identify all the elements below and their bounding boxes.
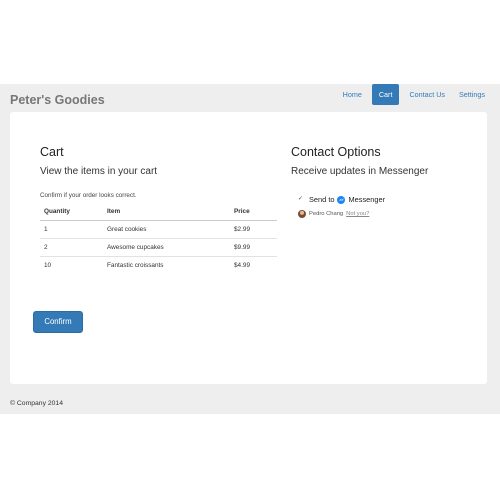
not-you-link[interactable]: Not you?	[346, 211, 369, 217]
send-to-messenger-checkbox[interactable]: ✓ Send to Messenger	[298, 195, 385, 204]
avatar	[298, 210, 306, 218]
table-row: 10 Fantastic croissants $4.99	[40, 257, 277, 275]
user-name: Pedro Chang	[309, 211, 344, 217]
cell-item: Awesome cupcakes	[103, 238, 230, 257]
footer-copyright: © Company 2014	[10, 400, 63, 407]
cell-quantity: 10	[44, 262, 52, 270]
cell-price: $9.99	[230, 238, 277, 257]
brand-logo[interactable]: Peter's Goodies	[10, 93, 105, 107]
messenger-icon	[337, 195, 346, 204]
cart-heading: Cart	[40, 145, 64, 159]
table-row: 1 Great cookies $2.99	[40, 220, 277, 239]
send-to-label: Send to	[309, 195, 335, 204]
cell-item: Great cookies	[103, 220, 230, 239]
cell-quantity: 2	[40, 238, 103, 257]
nav-settings[interactable]: Settings	[452, 84, 492, 105]
nav-contact-us[interactable]: Contact Us	[402, 84, 452, 105]
cart-subtitle: View the items in your cart	[40, 166, 158, 177]
nav-cart[interactable]: Cart	[371, 84, 400, 105]
cell-item: Fantastic croissants	[107, 262, 164, 270]
nav-home[interactable]: Home	[336, 84, 369, 105]
messenger-user: Pedro Chang Not you?	[298, 210, 369, 218]
cell-price: $2.99	[230, 220, 277, 239]
table-row: 2 Awesome cupcakes $9.99	[40, 238, 277, 257]
cell-quantity: 1	[40, 220, 103, 239]
checkmark-icon[interactable]: ✓	[298, 196, 305, 203]
cart-note: Confirm if your order looks correct.	[40, 192, 137, 199]
contact-heading: Contact Options	[291, 145, 381, 159]
column-header-quantity: Quantity	[40, 203, 103, 221]
cart-table: Quantity Item Price 1 Great cookies $2.9…	[40, 203, 277, 275]
contact-subtitle: Receive updates in Messenger	[291, 166, 429, 177]
app-frame: Peter's Goodies Home Cart Contact Us Set…	[0, 84, 500, 414]
table-header-row: Quantity Item Price	[40, 203, 277, 221]
content-card: Cart View the items in your cart Confirm…	[10, 112, 487, 384]
cell-price: $4.99	[234, 262, 250, 270]
messenger-label: Messenger	[348, 195, 386, 204]
top-nav: Home Cart Contact Us Settings	[336, 84, 492, 105]
column-header-item: Item	[103, 203, 230, 221]
column-header-price: Price	[230, 203, 277, 221]
confirm-button[interactable]: Confirm	[33, 311, 83, 333]
